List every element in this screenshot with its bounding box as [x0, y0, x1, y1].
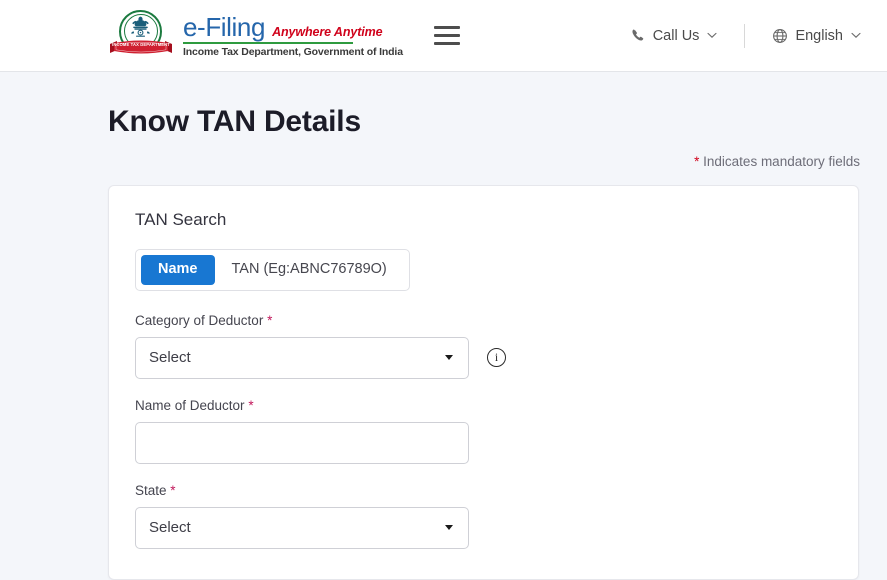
- field-label-text: State: [135, 482, 167, 498]
- category-of-deductor-select[interactable]: Select: [135, 336, 469, 379]
- brand-rule: [183, 42, 353, 44]
- select-value: Select: [149, 349, 191, 367]
- field-name-of-deductor: Name of Deductor *: [135, 398, 832, 464]
- search-mode-toggle[interactable]: Name TAN (Eg:ABNC76789O): [135, 249, 410, 291]
- search-mode-option-name[interactable]: Name: [141, 255, 215, 285]
- page-content: Know TAN Details * Indicates mandatory f…: [0, 72, 887, 580]
- brand-tagline: Anywhere Anytime: [272, 25, 383, 39]
- brand-wordmark: e-Filing Anywhere Anytime Income Tax Dep…: [183, 13, 403, 58]
- field-state: State * Select: [135, 483, 832, 549]
- header-divider: [744, 23, 746, 48]
- field-label: State *: [135, 483, 832, 498]
- required-star: *: [248, 397, 254, 413]
- hamburger-menu-icon[interactable]: [433, 23, 460, 49]
- search-mode-option-tan[interactable]: TAN (Eg:ABNC76789O): [215, 255, 404, 285]
- brand-name: e-Filing: [183, 12, 266, 42]
- field-category-of-deductor: Category of Deductor * Select i: [135, 313, 832, 379]
- globe-icon: [772, 28, 788, 44]
- info-circle-icon[interactable]: i: [487, 348, 506, 368]
- call-us-label: Call Us: [652, 27, 700, 44]
- chevron-down-icon: [445, 525, 453, 531]
- language-label: English: [795, 27, 843, 44]
- language-selector[interactable]: English: [768, 22, 865, 50]
- field-label-text: Name of Deductor: [135, 397, 245, 413]
- mandatory-fields-note: * Indicates mandatory fields: [0, 140, 887, 169]
- brand-subtitle: Income Tax Department, Government of Ind…: [183, 46, 403, 58]
- india-national-emblem-icon: INCOME TAX DEPARTMENT: [108, 9, 174, 62]
- field-label: Name of Deductor *: [135, 398, 832, 413]
- tan-search-card: TAN Search Name TAN (Eg:ABNC76789O) Cate…: [108, 185, 859, 580]
- state-select[interactable]: Select: [135, 506, 469, 549]
- mandatory-note-text: Indicates mandatory fields: [703, 154, 860, 169]
- mandatory-star: *: [694, 154, 700, 169]
- name-of-deductor-input[interactable]: [135, 421, 469, 464]
- chevron-down-icon: [851, 30, 861, 42]
- card-title: TAN Search: [135, 210, 227, 229]
- phone-icon: [631, 28, 646, 43]
- brand-logo[interactable]: INCOME TAX DEPARTMENT e-Filing Anywhere …: [108, 9, 403, 62]
- field-label-text: Category of Deductor: [135, 312, 264, 328]
- field-label: Category of Deductor *: [135, 313, 832, 328]
- site-header: INCOME TAX DEPARTMENT e-Filing Anywhere …: [0, 0, 887, 72]
- select-value: Select: [149, 519, 191, 537]
- required-star: *: [170, 482, 176, 498]
- emblem-ribbon-text: INCOME TAX DEPARTMENT: [112, 41, 170, 47]
- call-us-button[interactable]: Call Us: [627, 22, 722, 50]
- chevron-down-icon: [707, 30, 717, 42]
- chevron-down-icon: [445, 355, 453, 361]
- page-title: Know TAN Details: [108, 105, 361, 138]
- required-star: *: [267, 312, 273, 328]
